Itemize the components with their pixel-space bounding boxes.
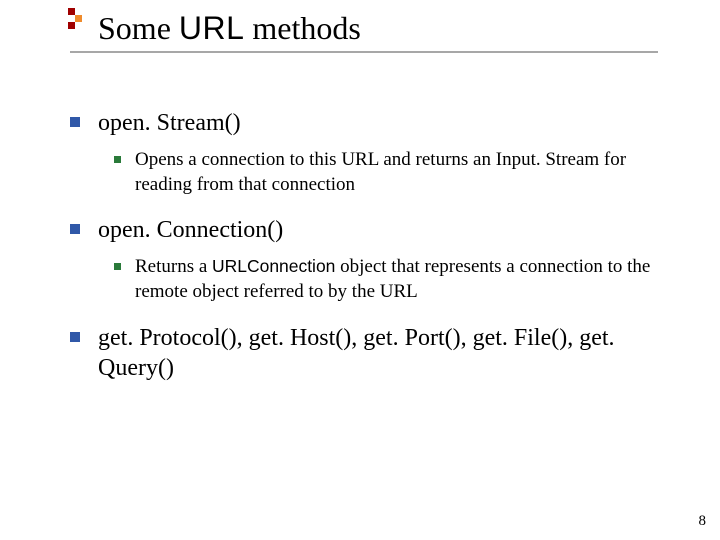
list-subitem: Returns a URLConnection object that repr… [114,255,670,304]
list-item: open. Stream() [70,108,670,138]
title-text-pre: Some [98,10,179,46]
square-bullet-icon [70,224,80,234]
list-subitem-text: Returns a URLConnection object that repr… [135,255,670,304]
list-item: open. Connection() [70,215,670,245]
slide-title: Some URL methods [70,10,658,53]
page-number: 8 [699,513,707,530]
title-ornament-icon [68,8,82,56]
slide-body: open. Stream() Opens a connection to thi… [70,90,670,383]
list-item: get. Protocol(), get. Host(), get. Port(… [70,323,670,383]
subitem-mono: URLConnection [212,256,335,276]
square-bullet-icon [70,117,80,127]
list-subitem-text: Opens a connection to this URL and retur… [135,148,670,197]
title-text-mono: URL [179,10,245,46]
subitem-pre: Returns a [135,256,212,277]
square-bullet-icon [70,332,80,342]
square-bullet-icon [114,156,121,163]
list-item-label: open. Connection() [98,215,283,245]
slide-title-block: Some URL methods [70,10,658,53]
list-item-label: open. Stream() [98,108,241,138]
list-item-label: get. Protocol(), get. Host(), get. Port(… [98,323,670,383]
list-subitem: Opens a connection to this URL and retur… [114,148,670,197]
square-bullet-icon [114,263,121,270]
title-text-post: methods [244,10,360,46]
